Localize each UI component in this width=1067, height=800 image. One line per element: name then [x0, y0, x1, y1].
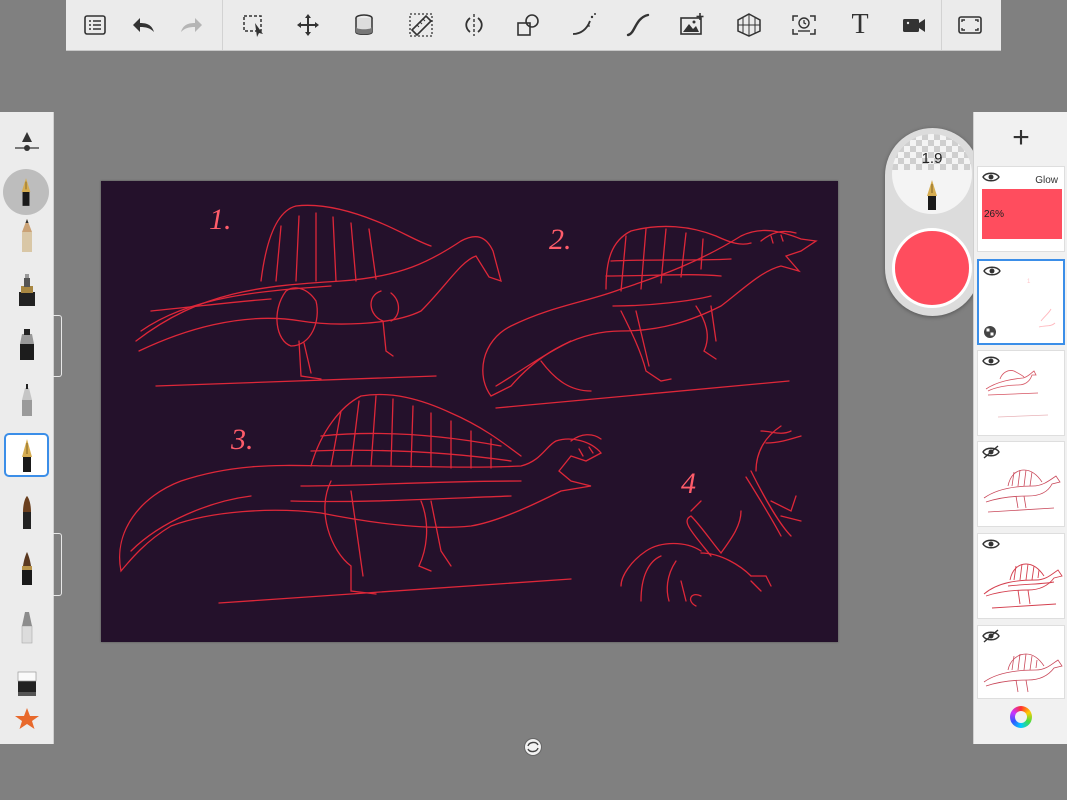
current-brush-preview[interactable]: [3, 169, 49, 215]
layer-name: Glow: [1035, 175, 1058, 186]
color-wheel-icon[interactable]: [1010, 706, 1032, 728]
ink-brush-icon[interactable]: [4, 548, 49, 588]
top-toolbar: T: [66, 0, 1001, 51]
svg-text:1: 1: [1027, 279, 1031, 285]
layer-thumbnail: [983, 563, 1063, 609]
chisel-brush-icon[interactable]: [4, 606, 49, 646]
canvas-reset-handle[interactable]: [524, 738, 542, 756]
brush-puck[interactable]: 1.9: [885, 128, 980, 316]
layer-panel: + Glow 26% 1: [973, 112, 1067, 744]
layer-opacity: 26%: [984, 209, 1005, 220]
sketch-dino-1: [135, 204, 502, 387]
shape-icon[interactable]: [510, 7, 546, 43]
airbrush-icon[interactable]: [4, 270, 49, 310]
ruler-icon[interactable]: [403, 7, 439, 43]
layer-thumbnail: [983, 469, 1061, 513]
redo-icon[interactable]: [174, 7, 210, 43]
sketch-dino-2: [482, 225, 818, 409]
drawing-canvas[interactable]: 1. 2. 3. 4: [101, 181, 838, 642]
fountain-pen-icon: [927, 180, 937, 210]
fountain-pen-brush-icon[interactable]: [4, 433, 49, 477]
eraser-brush-icon[interactable]: [4, 662, 49, 702]
brush-properties-icon[interactable]: [4, 122, 49, 162]
selection-icon[interactable]: [236, 7, 272, 43]
layer-glow[interactable]: Glow 26%: [977, 166, 1065, 252]
sketch-label: 4: [681, 467, 696, 500]
sketch-label: 1.: [209, 203, 232, 236]
layer-lock-icon[interactable]: [983, 325, 997, 339]
layer-sketch-3[interactable]: [977, 533, 1065, 619]
sketch-dino-3: [119, 393, 603, 604]
favorites-star-icon[interactable]: [4, 700, 49, 740]
sketch-label: 3.: [230, 423, 254, 456]
brush-size-value: 1.9: [921, 150, 943, 167]
brush-palette: [0, 112, 54, 744]
layer-thumbnail: [983, 653, 1063, 693]
refresh-icon: [527, 741, 539, 753]
layer-sketch-1[interactable]: [977, 350, 1065, 436]
list-icon[interactable]: [77, 7, 113, 43]
add-image-icon[interactable]: [674, 7, 710, 43]
undo-icon[interactable]: [125, 7, 161, 43]
add-layer-button[interactable]: +: [974, 112, 1067, 164]
fullscreen-icon[interactable]: [952, 7, 988, 43]
layer-selected[interactable]: 1: [977, 259, 1065, 345]
layer-thumbnail: [985, 370, 1049, 418]
perspective-grid-icon[interactable]: [731, 7, 767, 43]
brush-color-swatch[interactable]: [892, 228, 972, 308]
fill-bucket-icon[interactable]: [346, 7, 382, 43]
pencil-brush-icon[interactable]: [4, 214, 49, 254]
video-icon[interactable]: [896, 7, 932, 43]
layer-sketch-2[interactable]: [977, 441, 1065, 527]
stroke-icon[interactable]: [620, 7, 656, 43]
marker-brush-icon[interactable]: [4, 324, 49, 364]
sketch-label: 2.: [549, 223, 572, 256]
perspective-guide-icon[interactable]: [566, 7, 602, 43]
paint-brush-icon[interactable]: [4, 492, 49, 532]
time-lapse-icon[interactable]: [786, 7, 822, 43]
symmetry-icon[interactable]: [456, 7, 492, 43]
brush-size-control[interactable]: 1.9: [892, 134, 972, 214]
ballpoint-brush-icon[interactable]: [4, 380, 49, 420]
layer-sketch-4[interactable]: [977, 625, 1065, 699]
sketch-creature-4: [620, 425, 802, 607]
brush-group-bracket: [53, 315, 62, 377]
brush-group-bracket: [53, 533, 62, 596]
text-icon[interactable]: T: [842, 7, 878, 43]
eye-icon[interactable]: [982, 170, 1000, 184]
transform-icon[interactable]: [290, 7, 326, 43]
